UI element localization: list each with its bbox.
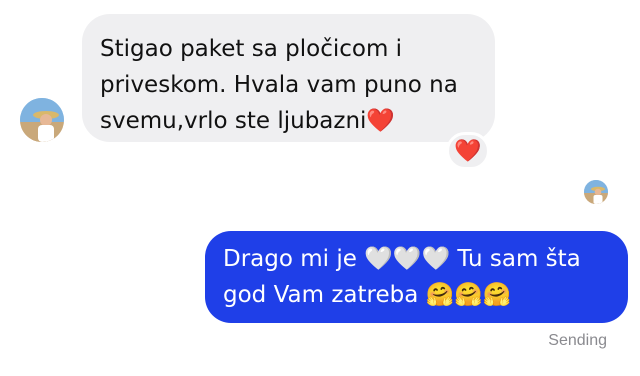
read-receipt-avatar xyxy=(584,180,608,204)
chat-thread: Stigao paket sa pločicom i priveskom. Hv… xyxy=(0,0,640,376)
heart-reaction-badge[interactable]: ❤️ xyxy=(446,132,490,170)
incoming-message-bubble[interactable]: Stigao paket sa pločicom i priveskom. Hv… xyxy=(82,14,495,142)
sender-avatar[interactable] xyxy=(20,98,64,142)
red-heart-icon: ❤️ xyxy=(454,138,482,164)
avatar-photo xyxy=(584,180,608,204)
outgoing-message-bubble[interactable]: Drago mi je 🤍🤍🤍 Tu sam šta god Vam zatre… xyxy=(205,231,628,323)
avatar-photo xyxy=(20,98,64,142)
message-status: Sending xyxy=(548,332,607,349)
